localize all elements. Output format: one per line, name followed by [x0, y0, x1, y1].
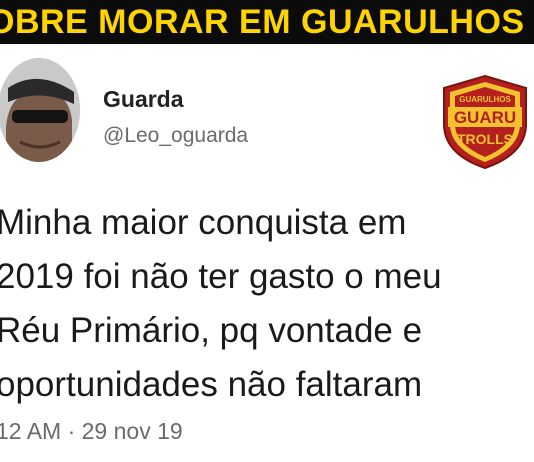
guaru-trolls-logo: GUARULHOS GUARU TROLLS — [440, 74, 530, 170]
logo-mid-text: GUARU — [454, 108, 516, 127]
tweet-timestamp[interactable]: 12 AM · 29 nov 19 — [0, 418, 183, 445]
logo-bottom-text: TROLLS — [457, 131, 513, 147]
tweet-line: 2019 foi não ter gasto o meu — [0, 257, 442, 296]
logo-top-text: GUARULHOS — [459, 95, 511, 104]
user-display-name[interactable]: Guarda — [103, 86, 184, 113]
header-banner: OBRE MORAR EM GUARULHOS — [0, 0, 534, 44]
tweet-line: Minha maior conquista em — [0, 203, 407, 242]
tweet-line: oportunidades não faltaram — [0, 365, 423, 404]
banner-title: OBRE MORAR EM GUARULHOS — [0, 3, 525, 41]
avatar[interactable] — [0, 58, 80, 162]
tweet-text: Minha maior conquista em 2019 foi não te… — [0, 196, 534, 412]
user-handle[interactable]: @Leo_oguarda — [103, 124, 248, 148]
tweet-line: Réu Primário, pq vontade e — [0, 311, 423, 350]
